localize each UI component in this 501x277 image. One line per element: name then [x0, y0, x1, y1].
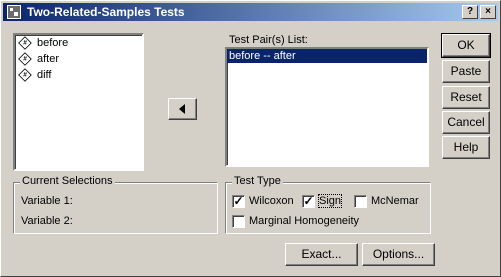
marginal-homogeneity-label[interactable]: Marginal Homogeneity	[249, 215, 359, 227]
paste-button[interactable]: Paste	[442, 60, 490, 83]
variable-label: after	[37, 53, 60, 65]
numeric-variable-icon: #	[18, 52, 32, 66]
sign-checkbox[interactable]: ✓	[302, 195, 315, 208]
test-pairs-list[interactable]: before -- after	[225, 47, 429, 167]
variable-2-label: Variable 2:	[21, 215, 73, 227]
variable-label: before	[37, 37, 69, 49]
sign-label[interactable]: Sign	[317, 194, 343, 208]
variable-item[interactable]: # before	[15, 35, 142, 51]
window-title: Two-Related-Samples Tests	[27, 5, 185, 19]
app-icon	[7, 5, 21, 19]
reset-button[interactable]: Reset	[442, 86, 490, 109]
current-selections-group: Current Selections Variable 1: Variable …	[13, 175, 218, 234]
variable-item[interactable]: # after	[15, 51, 142, 67]
variable-item[interactable]: # diff	[15, 67, 142, 83]
wilcoxon-label[interactable]: Wilcoxon	[249, 195, 294, 207]
close-button[interactable]: ×	[480, 5, 496, 19]
options-button[interactable]: Options...	[362, 243, 435, 266]
dialog-window: Two-Related-Samples Tests ? × # before # af…	[0, 0, 501, 277]
variable-1-label: Variable 1:	[21, 195, 73, 207]
test-type-group: Test Type ✓ Wilcoxon ✓ Sign McNemar Marg…	[225, 175, 431, 234]
wilcoxon-checkbox[interactable]: ✓	[232, 195, 245, 208]
test-pairs-label: Test Pair(s) List:	[229, 34, 308, 46]
test-type-title: Test Type	[232, 175, 283, 187]
help-button[interactable]: Help	[442, 136, 490, 159]
move-pair-button[interactable]	[168, 98, 197, 120]
exact-button[interactable]: Exact...	[285, 243, 358, 266]
source-variable-list[interactable]: # before # after # diff	[13, 33, 144, 171]
cancel-button[interactable]: Cancel	[442, 111, 490, 134]
variable-label: diff	[37, 69, 52, 81]
numeric-variable-icon: #	[18, 36, 32, 50]
mcnemar-checkbox[interactable]	[354, 195, 367, 208]
pair-item[interactable]: before -- after	[227, 49, 427, 63]
numeric-variable-icon: #	[18, 68, 32, 82]
title-bar[interactable]: Two-Related-Samples Tests ? ×	[3, 3, 498, 21]
marginal-homogeneity-checkbox[interactable]	[232, 215, 245, 228]
ok-button[interactable]: OK	[441, 33, 491, 58]
left-arrow-icon	[179, 104, 185, 114]
mcnemar-label[interactable]: McNemar	[371, 195, 419, 207]
current-selections-title: Current Selections	[20, 175, 115, 187]
help-title-button[interactable]: ?	[462, 5, 478, 19]
